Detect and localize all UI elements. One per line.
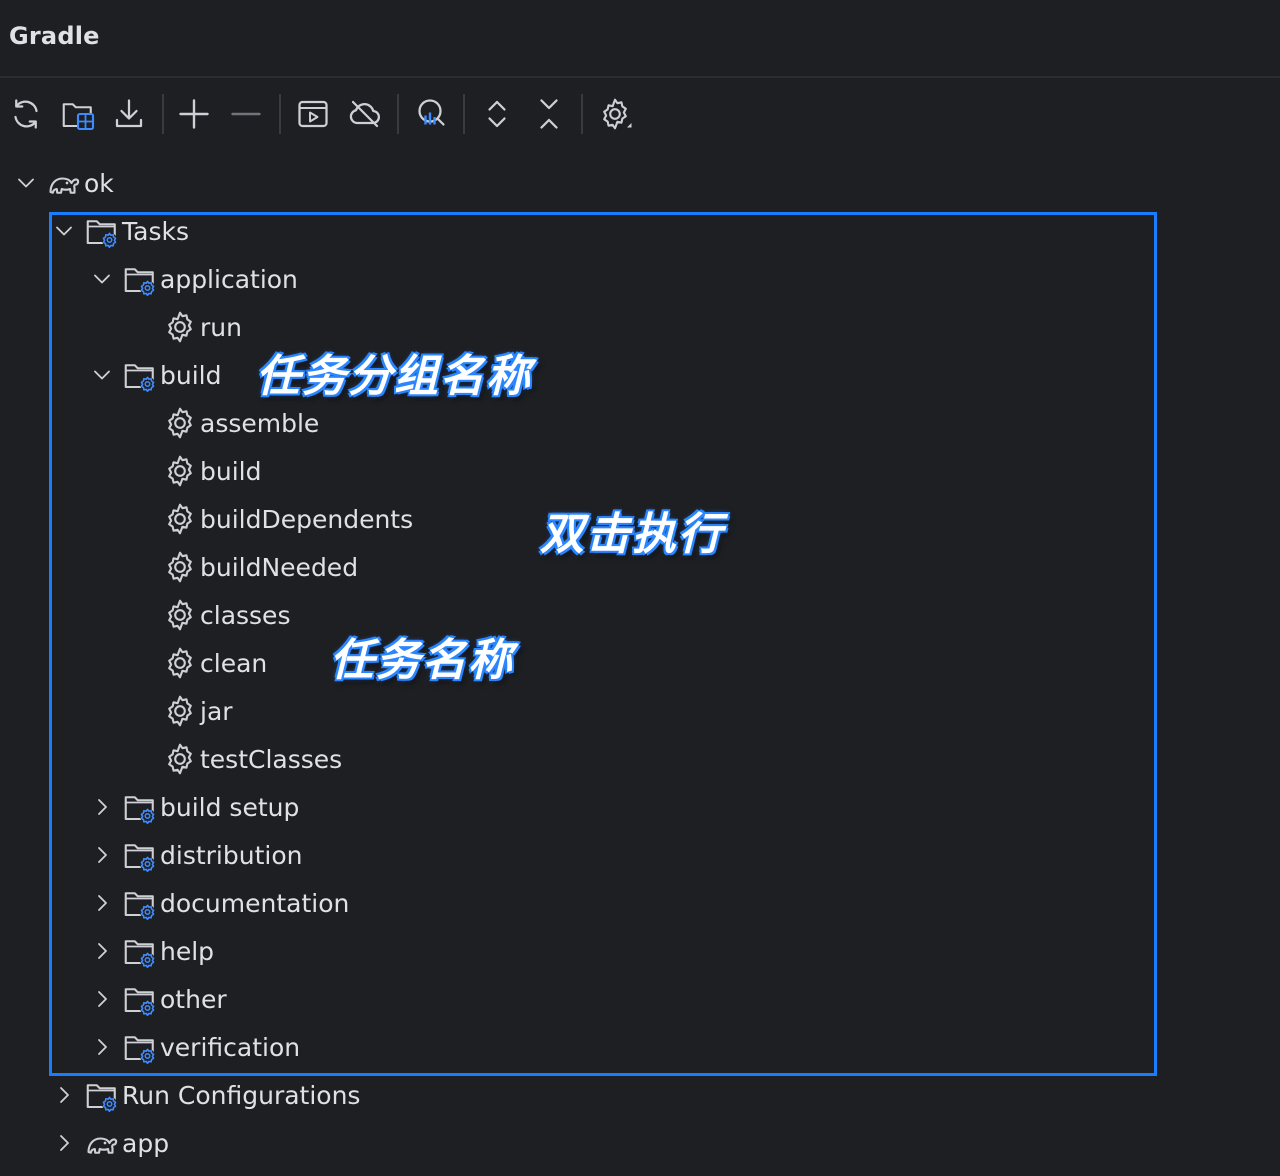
annotation-double-click: 双击执行: [540, 509, 724, 560]
task-folder-icon: [84, 1077, 122, 1113]
tree-node-label: ok: [84, 168, 114, 198]
tree-node-label: app: [122, 1128, 170, 1158]
tree-node-run-configurations[interactable]: Run Configurations: [50, 1071, 360, 1119]
annotation-group-name: 任务分组名称: [256, 351, 532, 402]
annotation-task-name: 任务名称: [330, 635, 514, 686]
gradle-elephant-icon: [46, 165, 84, 201]
gradle-elephant-icon: [84, 1125, 122, 1161]
tree-node-label: Run Configurations: [122, 1080, 361, 1110]
tree-node-app[interactable]: app: [50, 1119, 169, 1167]
chevron-right-icon[interactable]: [50, 1081, 78, 1109]
highlight-box: [49, 212, 1157, 1076]
chevron-right-icon[interactable]: [50, 1129, 78, 1157]
tree-node-root[interactable]: ok: [12, 159, 114, 207]
chevron-down-icon[interactable]: [12, 169, 40, 197]
